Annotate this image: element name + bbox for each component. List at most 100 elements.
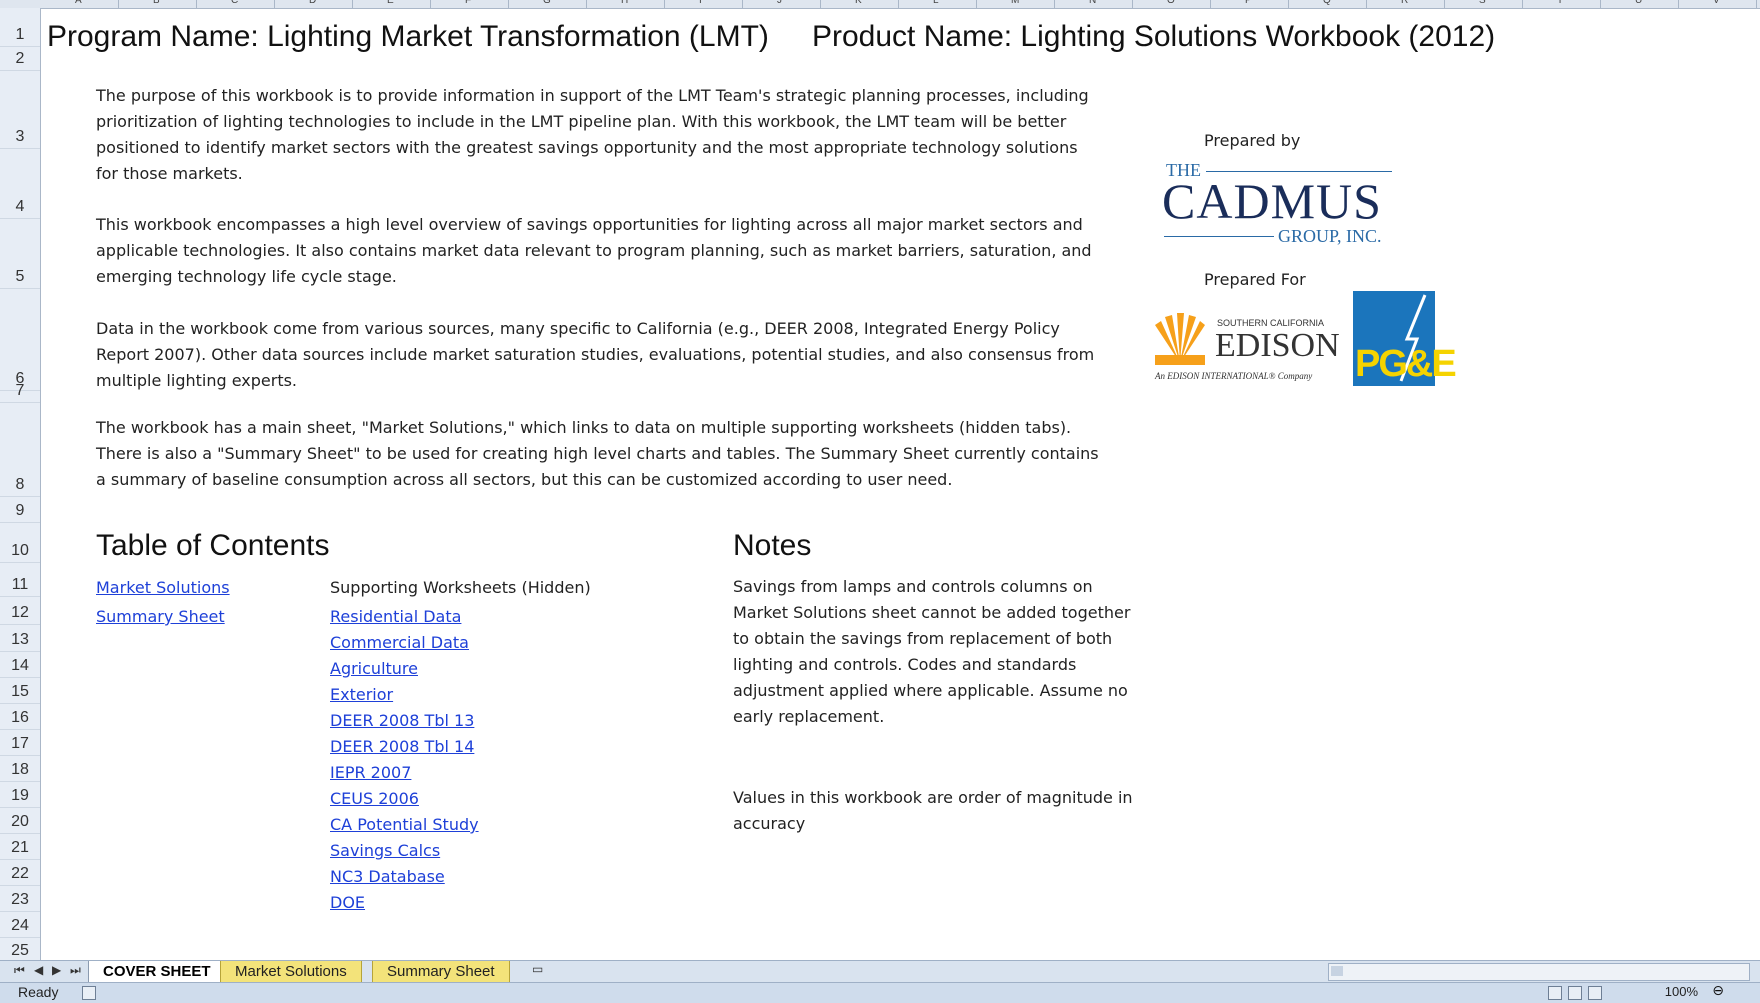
column-header[interactable]: B — [153, 0, 160, 6]
intro-paragraph-2: This workbook encompasses a high level o… — [96, 215, 1092, 286]
column-header[interactable]: K — [855, 0, 862, 6]
supporting-worksheet-link[interactable]: Agriculture — [330, 659, 418, 678]
supporting-worksheet-link[interactable]: CA Potential Study — [330, 815, 479, 834]
column-header[interactable]: I — [699, 0, 702, 6]
supporting-worksheet-link[interactable]: IEPR 2007 — [330, 763, 411, 782]
row-header[interactable]: 2 — [0, 50, 40, 68]
cadmus-logo-group: GROUP, INC. — [1278, 226, 1382, 246]
row-header[interactable]: 16 — [0, 709, 40, 727]
column-separator — [820, 0, 821, 8]
column-separator — [508, 0, 509, 8]
column-header[interactable]: U — [1635, 0, 1642, 6]
column-header[interactable]: H — [621, 0, 628, 6]
supporting-worksheet-link[interactable]: Residential Data — [330, 607, 461, 626]
page-layout-view-icon[interactable] — [1568, 986, 1582, 1000]
row-header[interactable]: 4 — [0, 198, 40, 216]
row-header[interactable]: 1 — [0, 26, 40, 44]
first-sheet-icon[interactable]: ⏮ — [14, 963, 25, 978]
row-header[interactable]: 13 — [0, 631, 40, 649]
row-header[interactable]: 21 — [0, 839, 40, 857]
column-separator — [1600, 0, 1601, 8]
row-separator — [0, 781, 40, 782]
product-name-title: Product Name: Lighting Solutions Workboo… — [812, 20, 1496, 53]
supporting-worksheet-link[interactable]: Commercial Data — [330, 633, 469, 652]
row-header[interactable]: 7 — [0, 382, 40, 400]
supporting-worksheet-link[interactable]: Savings Calcs — [330, 841, 440, 860]
row-header[interactable]: 25 — [0, 942, 40, 960]
row-header[interactable]: 3 — [0, 128, 40, 146]
page-break-view-icon[interactable] — [1588, 986, 1602, 1000]
tab-summary-sheet[interactable]: Summary Sheet — [372, 961, 510, 983]
row-header[interactable]: 23 — [0, 891, 40, 909]
tab-cover-sheet[interactable]: COVER SHEET — [88, 961, 226, 983]
row-header[interactable]: 22 — [0, 865, 40, 883]
column-separator — [664, 0, 665, 8]
column-header[interactable]: R — [1401, 0, 1408, 6]
row-header[interactable]: 24 — [0, 917, 40, 935]
supporting-worksheet-link[interactable]: CEUS 2006 — [330, 789, 419, 808]
row-separator — [0, 402, 40, 403]
row-header[interactable]: 17 — [0, 735, 40, 753]
row-header[interactable]: 20 — [0, 813, 40, 831]
column-header[interactable]: L — [933, 0, 939, 6]
cadmus-logo-name: CADMUS — [1162, 173, 1382, 229]
column-header[interactable]: N — [1089, 0, 1096, 6]
column-header[interactable]: M — [1011, 0, 1019, 6]
row-header[interactable]: 12 — [0, 604, 40, 622]
row-separator — [0, 624, 40, 625]
row-separator — [0, 937, 40, 938]
scroll-left-icon[interactable] — [1331, 966, 1343, 976]
supporting-worksheet-link[interactable]: Exterior — [330, 685, 393, 704]
row-header[interactable]: 9 — [0, 502, 40, 520]
row-header[interactable]: 18 — [0, 761, 40, 779]
intro-paragraph-3: Data in the workbook come from various s… — [96, 319, 1095, 390]
supporting-worksheet-link[interactable]: DEER 2008 Tbl 13 — [330, 711, 474, 730]
column-separator — [1444, 0, 1445, 8]
toc-link-market-solutions[interactable]: Market Solutions — [96, 578, 230, 597]
normal-view-icon[interactable] — [1548, 986, 1562, 1000]
cadmus-logo: THE CADMUS GROUP, INC. — [1162, 158, 1392, 248]
row-header[interactable]: 11 — [0, 576, 40, 594]
column-header-strip: A B C D E F G H I J K L M N O P Q R S T U V — [0, 0, 1760, 9]
row-header[interactable]: 15 — [0, 683, 40, 701]
column-header[interactable]: Q — [1323, 0, 1331, 6]
column-header[interactable]: O — [1167, 0, 1175, 6]
column-separator — [430, 0, 431, 8]
zoom-level[interactable]: 100% — [1665, 984, 1698, 999]
row-separator — [0, 859, 40, 860]
column-separator — [274, 0, 275, 8]
column-header[interactable]: P — [1245, 0, 1252, 6]
row-header[interactable]: 14 — [0, 657, 40, 675]
row-header-strip: 1 2 3 4 5 6 7 8 9 10 11 12 13 14 15 16 17 18 19 20 21 22 23 24 2… — [0, 8, 41, 963]
row-header[interactable]: 5 — [0, 268, 40, 286]
macro-record-icon[interactable] — [82, 986, 96, 1000]
tab-market-solutions[interactable]: Market Solutions — [220, 961, 362, 983]
column-header[interactable]: S — [1479, 0, 1486, 6]
row-header[interactable]: 10 — [0, 542, 40, 560]
column-header[interactable]: F — [465, 0, 471, 6]
column-header[interactable]: T — [1557, 0, 1563, 6]
column-header[interactable]: A — [75, 0, 82, 6]
last-sheet-icon[interactable]: ⏭ — [70, 963, 81, 978]
row-header[interactable]: 8 — [0, 476, 40, 494]
column-header[interactable]: C — [231, 0, 238, 6]
supporting-worksheet-link[interactable]: DEER 2008 Tbl 14 — [330, 737, 474, 756]
supporting-worksheet-link[interactable]: NC3 Database — [330, 867, 445, 886]
horizontal-scrollbar[interactable] — [1328, 963, 1750, 981]
prev-sheet-icon[interactable]: ◀ — [34, 963, 43, 977]
column-header[interactable]: D — [309, 0, 316, 6]
column-header[interactable]: G — [543, 0, 551, 6]
zoom-out-icon[interactable]: ⊖ — [1712, 983, 1724, 999]
row-separator — [0, 885, 40, 886]
row-separator — [0, 596, 40, 597]
column-header[interactable]: V — [1713, 0, 1720, 6]
notes-heading: Notes — [733, 529, 812, 562]
supporting-worksheet-link[interactable]: DOE — [330, 893, 365, 912]
next-sheet-icon[interactable]: ▶ — [52, 963, 61, 977]
column-header[interactable]: E — [387, 0, 394, 6]
insert-sheet-icon[interactable]: ▭ — [532, 962, 543, 976]
row-header[interactable]: 19 — [0, 787, 40, 805]
toc-link-summary-sheet[interactable]: Summary Sheet — [96, 607, 225, 626]
sheet-tab-bar: ⏮ ◀ ▶ ⏭ COVER SHEET Market Solutions Sum… — [0, 960, 1760, 983]
column-header[interactable]: J — [777, 0, 782, 6]
